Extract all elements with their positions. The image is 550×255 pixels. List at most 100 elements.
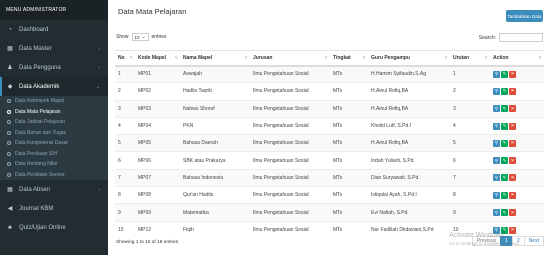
column-header[interactable]: Guru Pengampu ⇅ [368, 50, 450, 67]
action-cell: ⚲ ✎ ✕ [490, 186, 544, 204]
circle-icon [7, 141, 11, 146]
delete-button[interactable]: ✕ [509, 157, 516, 165]
edit-button[interactable]: ✎ [501, 70, 508, 78]
table-cell: 1 [450, 64, 490, 83]
edit-button[interactable]: ✎ [501, 191, 508, 199]
edit-button[interactable]: ✎ [501, 174, 508, 182]
table-row: 6 MP06 SBK atau Prakarya Ilmu Pengetahuan S… [115, 151, 544, 170]
search-input[interactable] [499, 33, 543, 42]
delete-button[interactable]: ✕ [509, 105, 516, 113]
page-title: Data Mata Pelajaran [118, 7, 187, 16]
delete-button[interactable]: ✕ [509, 70, 516, 78]
sidebar-item-label: Data Pengguna [19, 64, 61, 71]
table-cell: MTs [330, 220, 368, 239]
circle-icon [7, 99, 11, 104]
sidebar-item-quiz[interactable]: ♣ Quiz/Ujian Online [0, 218, 108, 237]
sort-icon: ⇅ [362, 55, 366, 60]
main-content: Data Mata Pelajaran Tambahkan Data Show … [108, 0, 550, 255]
table-row: 8 MP08 Qur'an Hadits Ilmu Pengetahuan Sosia… [115, 186, 544, 204]
edit-button[interactable]: ✎ [501, 87, 508, 95]
circle-icon [7, 120, 11, 125]
table-cell: MP08 [135, 186, 180, 204]
subitem-mata-pelajaran[interactable]: Data Mata Pelajaran [0, 107, 108, 118]
subitem-rentang-nilai[interactable]: Data Rentang Nilai [0, 159, 108, 170]
table-row: 3 MP03 Nahwu Shorof Ilmu Pengetahuan Sosial… [115, 99, 544, 118]
table-cell: 5 [450, 134, 490, 152]
action-cell: ⚲ ✎ ✕ [490, 151, 544, 170]
edit-button[interactable]: ✎ [501, 157, 508, 165]
view-button[interactable]: ⚲ [493, 87, 500, 95]
sidebar-item-data-pengguna[interactable]: ♟ Data Pengguna ‹ [0, 58, 108, 77]
column-header[interactable]: Jurusan ⇅ [250, 50, 330, 67]
view-button[interactable]: ⚲ [493, 70, 500, 78]
table-icon: ▦ [7, 46, 13, 52]
subitem-label: Data Mata Pelajaran [15, 108, 61, 115]
table-cell: MP03 [135, 99, 180, 118]
column-header[interactable]: Nama Mapel ⇅ [180, 50, 250, 67]
view-button[interactable]: ⚲ [493, 174, 500, 182]
table-cell: Nahwu Shorof [180, 99, 250, 118]
table-cell: 8 [450, 186, 490, 204]
edit-button[interactable]: ✎ [501, 122, 508, 130]
table-cell: MTs [330, 186, 368, 204]
table-cell: H.Ainul Rofiq,BA [368, 134, 450, 152]
delete-button[interactable]: ✕ [509, 174, 516, 182]
table-header-row: No ⇅ Kode Mapel ⇅ Nama Mapel ⇅ Jurusan ⇅ Tin… [115, 50, 544, 67]
entries-select[interactable]: 10 ⌄ [131, 33, 149, 41]
sidebar-item-dashboard[interactable]: ◔ Dashboard [0, 20, 108, 39]
table-cell: 3 [450, 99, 490, 118]
table-cell: 2 [115, 82, 135, 101]
table-cell: 4 [450, 116, 490, 135]
column-header[interactable]: Urutan ⇅ [450, 50, 490, 67]
edit-button[interactable]: ✎ [501, 139, 508, 147]
circle-icon [7, 109, 11, 114]
column-header[interactable]: No ⇅ [115, 50, 135, 67]
delete-button[interactable]: ✕ [509, 139, 516, 147]
table-cell: Matematika [180, 203, 250, 222]
subitem-jadwal-pelajaran[interactable]: Data Jadwal Pelajaran [0, 117, 108, 128]
view-button[interactable]: ⚲ [493, 139, 500, 147]
sort-icon: ⇅ [174, 55, 178, 60]
view-button[interactable]: ⚲ [493, 209, 500, 217]
column-header[interactable]: Action ⇅ [490, 50, 544, 67]
next-page-button[interactable]: Next [523, 236, 544, 246]
sidebar-item-data-akademik[interactable]: ◆ Data Akademik ⌄ [0, 77, 108, 96]
column-header[interactable]: Tingkat ⇅ [330, 50, 368, 67]
show-label: Show [116, 34, 129, 40]
delete-button[interactable]: ✕ [509, 209, 516, 217]
view-button[interactable]: ⚲ [493, 191, 500, 199]
table-cell: 10 [115, 220, 135, 239]
action-cell: ⚲ ✎ ✕ [490, 116, 544, 135]
delete-button[interactable]: ✕ [509, 191, 516, 199]
view-button[interactable]: ⚲ [493, 122, 500, 130]
column-header[interactable]: Kode Mapel ⇅ [135, 50, 180, 67]
table-row: 7 MP07 Bahasa Indonesia Ilmu Pengetahuan So… [115, 168, 544, 187]
subitem-label: Data Rentang Nilai [15, 161, 57, 168]
table-cell: 3 [115, 99, 135, 118]
delete-button[interactable]: ✕ [509, 122, 516, 130]
table-icon: ▦ [7, 187, 13, 193]
subitem-kompetensi-dasar[interactable]: Data Kompetensi Dasar [0, 138, 108, 149]
sidebar-item-journal-kbm[interactable]: ◀ Journal KBM [0, 199, 108, 218]
sidebar-item-data-master[interactable]: ▦ Data Master ‹ [0, 39, 108, 58]
edit-button[interactable]: ✎ [501, 209, 508, 217]
table-cell: MTs [330, 82, 368, 101]
sidebar-item-data-absen[interactable]: ▦ Data Absen ‹ [0, 180, 108, 199]
table-cell: Indah Yuliarti, S.Pd. [368, 151, 450, 170]
subitem-bahan-tugas[interactable]: Data Bahan dan Tugas [0, 128, 108, 139]
watermark-title: Activate Windows [448, 232, 505, 239]
edit-button[interactable]: ✎ [501, 105, 508, 113]
sidebar-item-label: Dashboard [19, 26, 49, 33]
sidebar-header: MENU ADMINISTRATOR [0, 0, 108, 20]
view-button[interactable]: ⚲ [493, 157, 500, 165]
subitem-kelompok-mapel[interactable]: Data Kelompok Mapel [0, 96, 108, 107]
table-cell: H.Ainul Rofiq,BA [368, 82, 450, 101]
table-cell: MP04 [135, 116, 180, 135]
view-button[interactable]: ⚲ [493, 105, 500, 113]
table-row: 2 MP02 Hadits Taqrib Ilmu Pengetahuan Sosia… [115, 82, 544, 101]
add-data-button[interactable]: Tambahkan Data [506, 10, 543, 22]
table-cell: Ilmu Pengetahuan Sosial [250, 220, 330, 239]
delete-button[interactable]: ✕ [509, 87, 516, 95]
subitem-penilaian-sih[interactable]: Data Penilaian SIH [0, 149, 108, 160]
subitem-penilaian-semes[interactable]: Data Penilaian Semes [0, 170, 108, 181]
